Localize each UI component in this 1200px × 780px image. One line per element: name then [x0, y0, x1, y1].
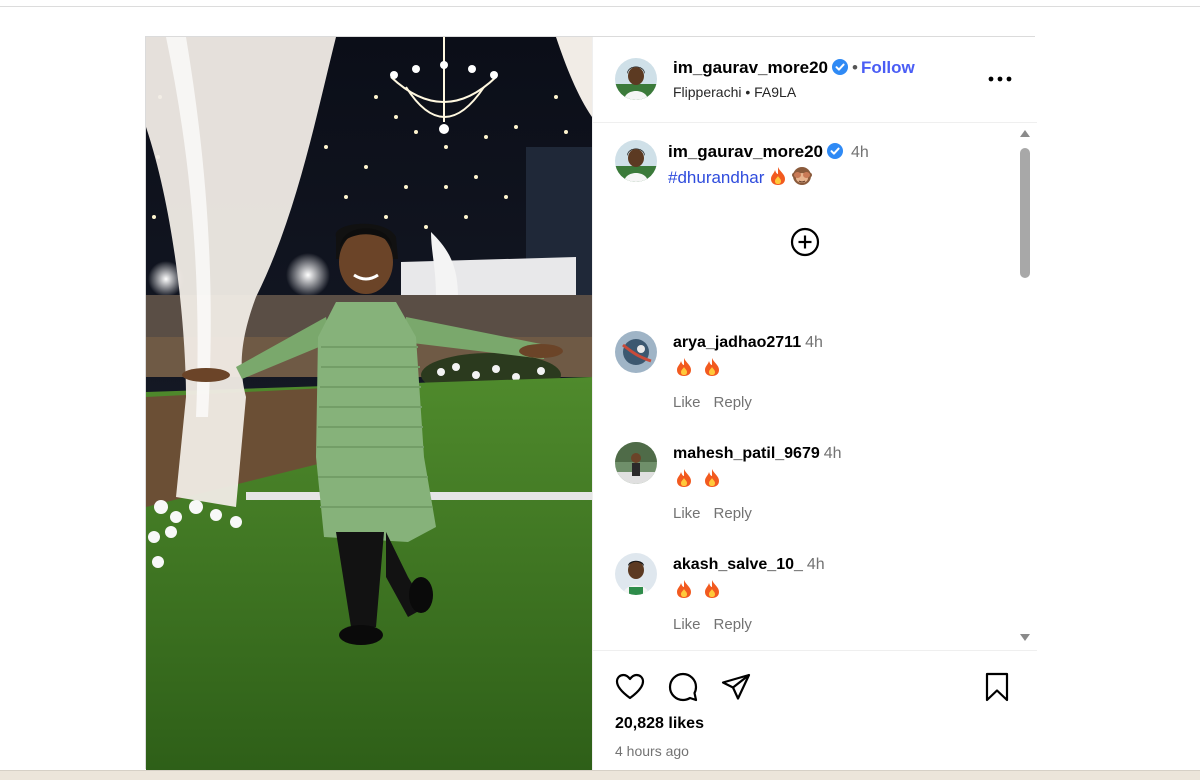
follow-button[interactable]: Follow — [861, 58, 915, 77]
audio-track-link[interactable]: Flipperachi • FA9LA — [673, 84, 796, 100]
comment-text — [675, 468, 721, 490]
comment-item: akash_salve_10_ 4h Like Reply — [593, 551, 1013, 649]
comment-text — [675, 579, 721, 601]
comment-timestamp[interactable]: 4h — [824, 445, 842, 462]
fire-emoji — [677, 469, 691, 487]
comment-author-line: akash_salve_10_ 4h — [673, 556, 825, 574]
separator-dot: • — [851, 58, 858, 77]
hashtag-link[interactable]: #dhurandhar — [668, 168, 764, 187]
post-sidebar: im_gaurav_more20 • Follow Flipperachi • FA… — [592, 37, 1037, 770]
post-timestamp[interactable]: 4 hours ago — [615, 743, 689, 759]
fire-emoji — [677, 580, 691, 598]
reply-button[interactable]: Reply — [714, 505, 752, 522]
caption-author-avatar[interactable] — [615, 140, 657, 182]
browser-top-divider — [0, 6, 1200, 7]
scroll-up-arrow-icon[interactable] — [1020, 130, 1030, 137]
likes-count[interactable]: 20,828 likes — [615, 715, 704, 733]
comment-author-line: arya_jadhao2711 4h — [673, 334, 823, 352]
like-comment-button[interactable]: Like — [673, 394, 701, 411]
comment-item: arya_jadhao2711 4h Like Reply — [593, 329, 1013, 429]
comment-username[interactable]: arya_jadhao2711 — [673, 334, 801, 351]
fire-emoji — [705, 469, 720, 487]
heart-icon[interactable] — [614, 671, 646, 703]
commenter-avatar[interactable] — [615, 553, 657, 595]
like-comment-button[interactable]: Like — [673, 616, 701, 633]
scroll-down-arrow-icon[interactable] — [1020, 634, 1030, 641]
comment-username[interactable]: mahesh_patil_9679 — [673, 445, 820, 462]
comment-author-line: mahesh_patil_9679 4h — [673, 445, 842, 463]
caption-text: #dhurandhar — [668, 166, 812, 188]
author-line: im_gaurav_more20 • Follow — [673, 58, 915, 78]
commenter-avatar[interactable] — [615, 331, 657, 373]
comment-actions: Like Reply — [673, 394, 765, 411]
post-media[interactable] — [146, 37, 592, 770]
comments-scrollbar[interactable] — [1017, 124, 1033, 649]
see-no-evil-monkey-emoji — [791, 167, 812, 185]
post-caption: im_gaurav_more20 4h #dhurandhar — [593, 124, 1013, 187]
bookmark-icon[interactable] — [981, 671, 1013, 703]
fire-emoji — [771, 167, 786, 185]
caption-author-line: im_gaurav_more20 4h — [668, 142, 869, 162]
caption-timestamp[interactable]: 4h — [851, 144, 869, 161]
reply-button[interactable]: Reply — [714, 616, 752, 633]
more-options-icon[interactable] — [985, 67, 1015, 91]
plus-circle-icon[interactable] — [790, 227, 820, 257]
scrollbar-thumb[interactable] — [1020, 148, 1030, 278]
comment-timestamp[interactable]: 4h — [807, 556, 825, 573]
post-actions: 20,828 likes 4 hours ago — [593, 650, 1037, 770]
author-username[interactable]: im_gaurav_more20 — [673, 58, 828, 77]
fire-emoji — [677, 358, 691, 376]
fire-emoji — [705, 580, 720, 598]
share-icon[interactable] — [720, 671, 752, 703]
comment-username[interactable]: akash_salve_10_ — [673, 556, 803, 573]
verified-badge-icon — [831, 59, 848, 75]
comment-icon[interactable] — [667, 671, 699, 703]
verified-badge-icon — [826, 143, 843, 159]
fire-emoji — [705, 358, 720, 376]
reply-button[interactable]: Reply — [714, 394, 752, 411]
author-avatar[interactable] — [615, 58, 657, 100]
post-header: im_gaurav_more20 • Follow Flipperachi • FA… — [593, 37, 1037, 123]
caption-username[interactable]: im_gaurav_more20 — [668, 142, 823, 161]
like-comment-button[interactable]: Like — [673, 505, 701, 522]
commenter-avatar[interactable] — [615, 442, 657, 484]
comment-text — [675, 357, 721, 379]
taskbar-edge — [0, 770, 1200, 780]
comments-list[interactable]: im_gaurav_more20 4h #dhurandhar arya_jadh… — [593, 124, 1037, 649]
comment-timestamp[interactable]: 4h — [805, 334, 823, 351]
post-dialog: im_gaurav_more20 • Follow Flipperachi • FA… — [145, 36, 1037, 770]
comment-item: mahesh_patil_9679 4h Like Reply — [593, 440, 1013, 540]
comment-actions: Like Reply — [673, 505, 765, 522]
reel-photo — [146, 37, 592, 770]
comment-actions: Like Reply — [673, 616, 765, 633]
